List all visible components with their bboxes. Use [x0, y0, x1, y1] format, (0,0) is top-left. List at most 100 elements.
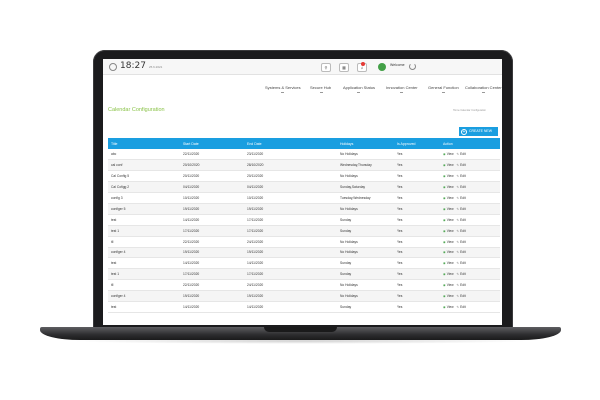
cell-start-date: 20/11/2020	[180, 170, 244, 183]
menu-general-function[interactable]: General Function	[428, 85, 459, 93]
view-button[interactable]: ◉ View	[443, 240, 454, 244]
cell-action: ◉ View ✎ Edit	[440, 279, 500, 292]
view-button[interactable]: ◉ View	[443, 250, 454, 254]
view-button[interactable]: ◉ View	[443, 174, 454, 178]
edit-button[interactable]: ✎ Edit	[457, 218, 466, 222]
power-icon[interactable]	[409, 63, 416, 70]
table-row: configer 4 19/11/2020 19/11/2020 No Holiday…	[108, 247, 500, 259]
cell-is-approved: Yes	[394, 236, 440, 248]
table-row: abc 22/11/2020 23/11/2020 No Holidays Yes ◉ V…	[108, 149, 500, 161]
edit-label: Edit	[460, 206, 466, 211]
menu-innovation-center[interactable]: Innovation Center	[386, 85, 418, 93]
cell-end-date: 14/11/2020	[244, 257, 337, 270]
eye-icon: ◉	[443, 250, 446, 255]
cell-title: tll	[108, 236, 180, 248]
pencil-icon: ✎	[456, 272, 460, 277]
view-label: View	[446, 163, 454, 168]
view-button[interactable]: ◉ View	[443, 218, 454, 222]
menu-secure-hub[interactable]: Secure Hub	[310, 85, 331, 93]
menu-systems-services[interactable]: Systems & Services	[265, 85, 301, 93]
view-button[interactable]: ◉ View	[443, 283, 454, 287]
search-icon[interactable]: ⚲	[321, 63, 331, 72]
view-button[interactable]: ◉ View	[443, 272, 454, 276]
view-label: View	[446, 294, 454, 299]
header-holidays[interactable]: Holidays	[337, 138, 394, 149]
table-row: configer 5 19/11/2020 19/11/2020 No Holiday…	[108, 203, 500, 215]
view-button[interactable]: ◉ View	[443, 207, 454, 211]
cell-is-approved: Yes	[394, 192, 440, 204]
edit-label: Edit	[460, 250, 466, 255]
cell-is-approved: Yes	[394, 159, 440, 172]
menu-application-status[interactable]: Application Status	[343, 85, 375, 93]
cell-end-date: 04/11/2020	[244, 181, 337, 194]
cell-end-date: 19/11/2020	[244, 203, 337, 215]
view-button[interactable]: ◉ View	[443, 185, 454, 189]
pencil-icon: ✎	[456, 174, 460, 179]
pencil-icon: ✎	[456, 239, 460, 244]
create-new-button[interactable]: + CREATE NEW	[459, 127, 498, 136]
cell-start-date: 19/11/2020	[180, 203, 244, 215]
cell-holidays: Sunday,Saturday	[337, 181, 394, 194]
edit-button[interactable]: ✎ Edit	[457, 283, 466, 287]
eye-icon: ◉	[443, 217, 446, 222]
edit-button[interactable]: ✎ Edit	[457, 229, 466, 233]
edit-button[interactable]: ✎ Edit	[457, 261, 466, 265]
pencil-icon: ✎	[456, 196, 460, 200]
cell-action: ◉ View ✎ Edit	[440, 181, 500, 194]
edit-button[interactable]: ✎ Edit	[457, 185, 466, 189]
table-row: configer 4 19/11/2020 19/11/2020 No Holiday…	[108, 290, 500, 302]
pencil-icon: ✎	[456, 250, 460, 255]
table-body: abc 22/11/2020 23/11/2020 No Holidays Yes ◉ V…	[108, 149, 500, 313]
cell-start-date: 04/11/2020	[180, 181, 244, 194]
header-end-date[interactable]: End Date	[244, 138, 337, 149]
header-start-date[interactable]: Start Date	[180, 138, 244, 149]
header-is-approved[interactable]: Is Approved	[394, 138, 440, 149]
cell-title: configer 4	[108, 247, 180, 259]
cell-end-date: 17/11/2020	[244, 225, 337, 237]
view-button[interactable]: ◉ View	[443, 261, 454, 265]
view-button[interactable]: ◉ View	[443, 196, 454, 200]
grid-icon[interactable]: ▦	[339, 63, 349, 72]
edit-button[interactable]: ✎ Edit	[457, 207, 466, 211]
edit-button[interactable]: ✎ Edit	[457, 294, 466, 298]
cell-end-date: 17/11/2020	[244, 268, 337, 281]
edit-button[interactable]: ✎ Edit	[457, 163, 466, 167]
clock-date: 25.6.2021	[149, 65, 163, 69]
cell-action: ◉ View ✎ Edit	[440, 149, 500, 161]
edit-button[interactable]: ✎ Edit	[457, 250, 466, 254]
cell-holidays: Wednesday,Thursday	[337, 159, 394, 172]
edit-label: Edit	[460, 185, 466, 190]
edit-button[interactable]: ✎ Edit	[457, 240, 466, 244]
avatar[interactable]	[378, 63, 386, 71]
cell-end-date: 19/11/2020	[244, 290, 337, 302]
header-title[interactable]: Title	[108, 138, 180, 149]
cell-title: cal conf	[108, 159, 180, 172]
view-label: View	[446, 174, 454, 179]
cell-action: ◉ View ✎ Edit	[440, 192, 500, 204]
edit-button[interactable]: ✎ Edit	[457, 305, 466, 309]
edit-label: Edit	[460, 294, 466, 299]
view-label: View	[446, 185, 454, 190]
cell-title: test 1	[108, 268, 180, 281]
edit-button[interactable]: ✎ Edit	[457, 196, 466, 200]
view-button[interactable]: ◉ View	[443, 294, 454, 298]
table-row: test 1 17/11/2020 17/11/2020 Sunday Yes ◉ Vie…	[108, 225, 500, 237]
view-button[interactable]: ◉ View	[443, 163, 454, 167]
cell-is-approved: Yes	[394, 290, 440, 302]
edit-button[interactable]: ✎ Edit	[457, 174, 466, 178]
cell-start-date: 19/11/2020	[180, 247, 244, 259]
view-button[interactable]: ◉ View	[443, 305, 454, 309]
eye-icon: ◉	[443, 283, 446, 288]
cell-holidays: No Holidays	[337, 236, 394, 248]
cell-is-approved: Yes	[394, 214, 440, 226]
edit-label: Edit	[460, 239, 466, 244]
cell-action: ◉ View ✎ Edit	[440, 236, 500, 248]
cell-holidays: No Holidays	[337, 149, 394, 161]
edit-button[interactable]: ✎ Edit	[457, 272, 466, 276]
calendar-table: Title Start Date End Date Holidays Is Ap…	[108, 138, 500, 313]
cell-is-approved: Yes	[394, 225, 440, 237]
view-button[interactable]: ◉ View	[443, 229, 454, 233]
edit-button[interactable]: ✎ Edit	[457, 152, 466, 156]
menu-collaboration-center[interactable]: Collaboration Center	[465, 85, 502, 93]
view-button[interactable]: ◉ View	[443, 152, 454, 156]
